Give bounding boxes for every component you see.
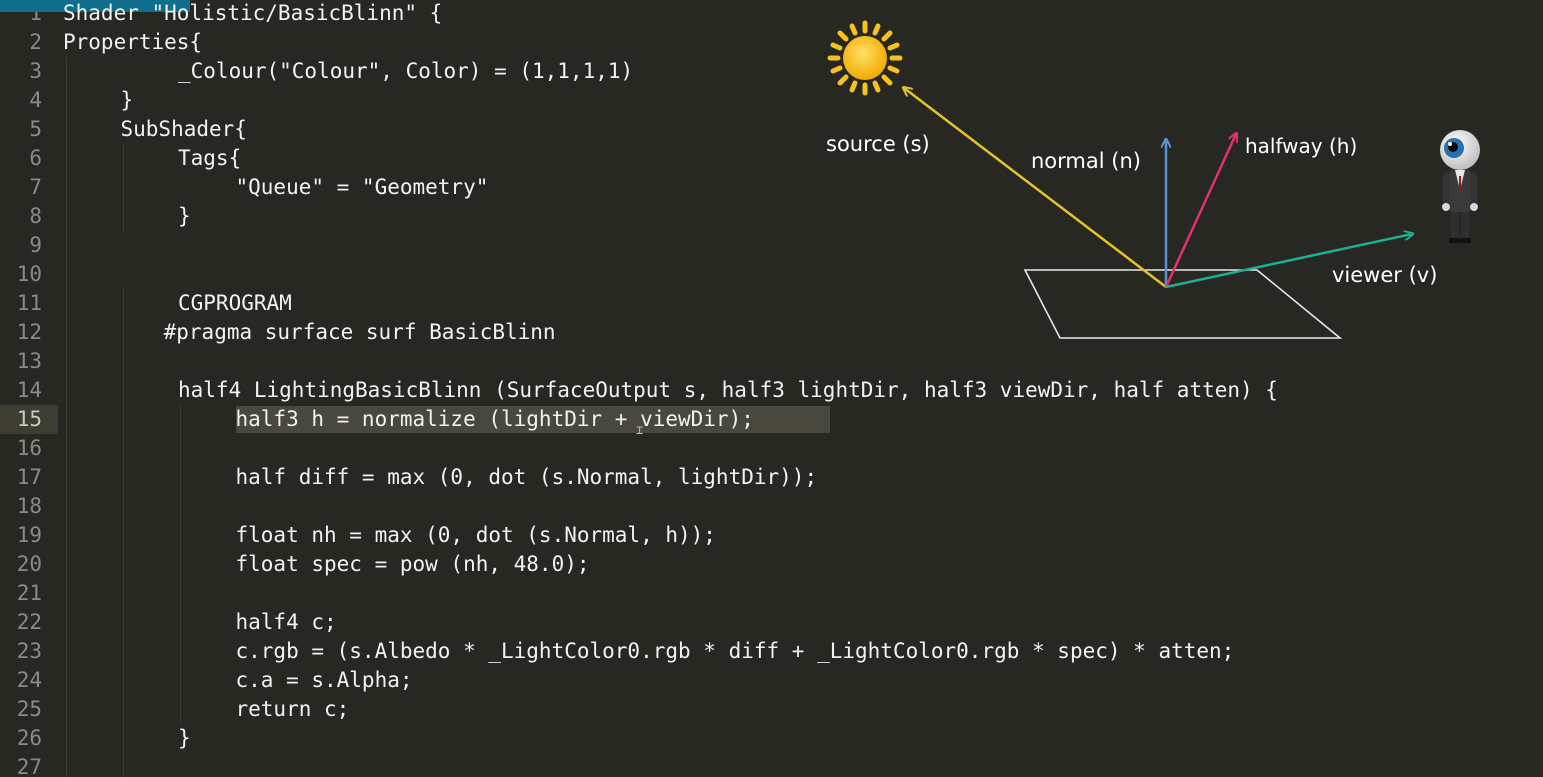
code-line[interactable]: half4 c; (236, 608, 337, 637)
line-number: 7 (29, 175, 42, 199)
line-number: 15 (16, 407, 42, 431)
line-number: 23 (16, 639, 42, 663)
code-line[interactable]: c.a = s.Alpha; (236, 666, 413, 695)
code-line[interactable]: half3 h = normalize (lightDir + viewDir)… (236, 405, 754, 434)
line-number: 11 (16, 291, 42, 315)
line-number: 25 (16, 697, 42, 721)
line-number: 10 (16, 262, 42, 286)
line-number: 13 (16, 349, 42, 373)
sun-icon (827, 20, 903, 96)
code-line[interactable]: CGPROGRAM (178, 289, 292, 318)
code-line[interactable]: } (178, 202, 191, 231)
line-number: 24 (16, 668, 42, 692)
code-line[interactable]: } (178, 724, 191, 753)
line-number: 9 (29, 233, 42, 257)
line-number: 5 (29, 117, 42, 141)
indent-guide (123, 289, 124, 777)
line-number: 26 (16, 726, 42, 750)
line-number: 27 (16, 755, 42, 777)
code-line[interactable]: Shader "Holistic/BasicBlinn" { (63, 0, 442, 28)
code-line[interactable]: Properties{ (63, 28, 202, 57)
code-line[interactable]: half diff = max (0, dot (s.Normal, light… (236, 463, 818, 492)
blinn-phong-diagram (827, 20, 1480, 339)
code-line[interactable]: SubShader{ (121, 115, 247, 144)
mouse-cursor-icon: ⌶ (636, 423, 644, 437)
code-line[interactable]: c.rgb = (s.Albedo * _LightColor0.rgb * d… (236, 637, 1235, 666)
eyeball-figure-icon (1440, 130, 1480, 243)
viewer-label: viewer (v) (1332, 263, 1438, 287)
line-number: 20 (16, 552, 42, 576)
line-number: 21 (16, 581, 42, 605)
surface-plane (1023, 269, 1343, 339)
code-line[interactable]: float spec = pow (nh, 48.0); (236, 550, 590, 579)
line-number: 18 (16, 494, 42, 518)
code-line[interactable]: "Queue" = "Geometry" (236, 173, 489, 202)
halfway-vector (1164, 134, 1236, 288)
source-label: source (s) (826, 132, 930, 156)
code-line[interactable]: Tags{ (178, 144, 241, 173)
line-number-gutter: 1 2 3 4 5 6 7 8 9 10 11 12 13 14 15 16 17 18 19 20 21 22 23 24 2… (0, 0, 58, 777)
halfway-label: halfway (h) (1245, 134, 1358, 158)
indent-guide (123, 144, 124, 231)
code-editor[interactable]: 1 2 3 4 5 6 7 8 9 10 11 12 13 14 15 16 17 18 19 20 21 22 23 24 2… (0, 0, 1543, 777)
line-number: 16 (16, 436, 42, 460)
line-number: 17 (16, 465, 42, 489)
code-line[interactable]: return c; (236, 695, 350, 724)
line-number: 4 (29, 88, 42, 112)
code-line[interactable]: #pragma surface surf BasicBlinn (164, 318, 556, 347)
code-line[interactable]: _Colour("Colour", Color) = (1,1,1,1) (178, 57, 633, 86)
indent-guide (180, 405, 181, 724)
line-number: 12 (16, 320, 42, 344)
line-number: 8 (29, 204, 42, 228)
line-number: 2 (29, 30, 42, 54)
line-number: 22 (16, 610, 42, 634)
code-line[interactable]: } (121, 86, 134, 115)
code-line[interactable]: float nh = max (0, dot (s.Normal, h)); (236, 521, 716, 550)
line-number: 19 (16, 523, 42, 547)
indent-guide (66, 57, 67, 777)
code-line[interactable]: half4 LightingBasicBlinn (SurfaceOutput … (178, 376, 1278, 405)
line-number: 6 (29, 146, 42, 170)
line-number: 3 (29, 59, 42, 83)
normal-label: normal (n) (1031, 149, 1141, 173)
source-vector (904, 88, 1167, 288)
line-number: 14 (16, 378, 42, 402)
